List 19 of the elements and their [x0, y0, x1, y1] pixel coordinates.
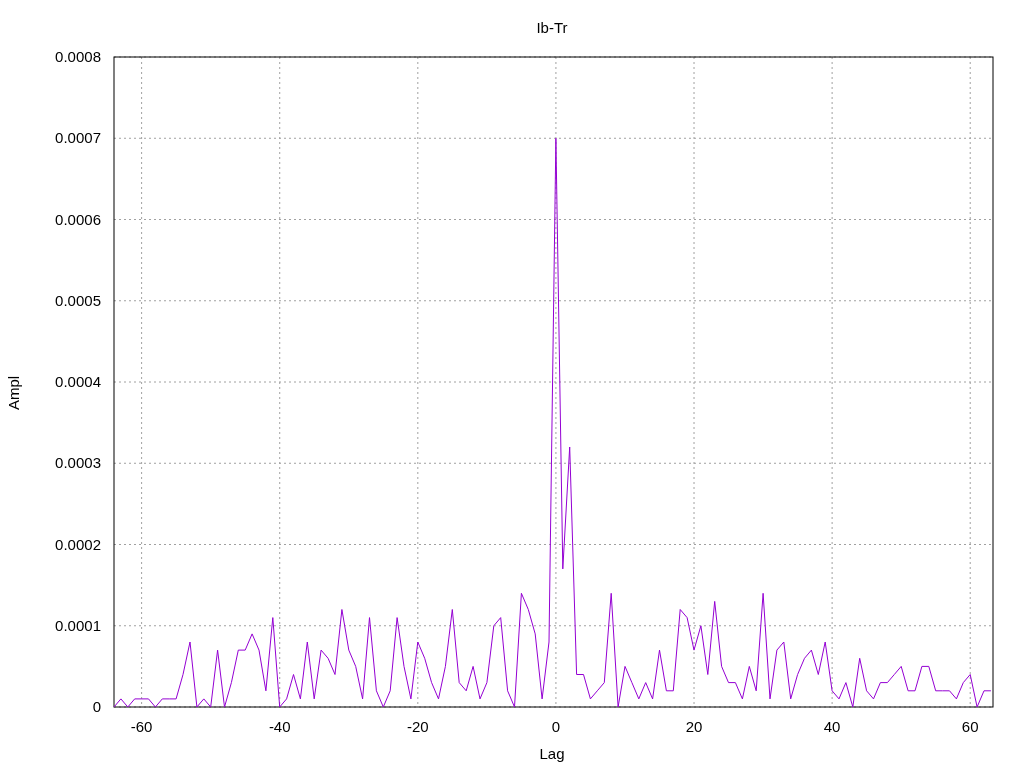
y-tick-label: 0.0005: [55, 291, 101, 309]
x-tick-label: -20: [406, 718, 429, 735]
chart-title: Ib-Tr: [536, 19, 568, 36]
x-axis-label: Lag: [539, 745, 565, 762]
x-tick-label: 20: [685, 718, 703, 735]
x-tick-label: 40: [823, 718, 841, 735]
x-tick-label: -40: [268, 718, 291, 735]
x-tick-label: 60: [961, 718, 979, 735]
y-tick-label: 0.0008: [55, 48, 101, 65]
y-tick-label: 0.0001: [55, 616, 101, 634]
x-tick-label: 0: [551, 718, 561, 735]
y-tick-label: 0: [92, 698, 101, 715]
y-tick-label: 0.0006: [55, 210, 101, 228]
y-tick-label: 0.0003: [55, 454, 101, 472]
y-tick-label: 0.0002: [55, 535, 101, 553]
x-tick-label: -60: [130, 718, 153, 735]
y-axis-label: Ampl: [5, 375, 22, 411]
y-tick-label: 0.0004: [55, 373, 101, 390]
y-tick-label: 0.0007: [55, 129, 101, 147]
